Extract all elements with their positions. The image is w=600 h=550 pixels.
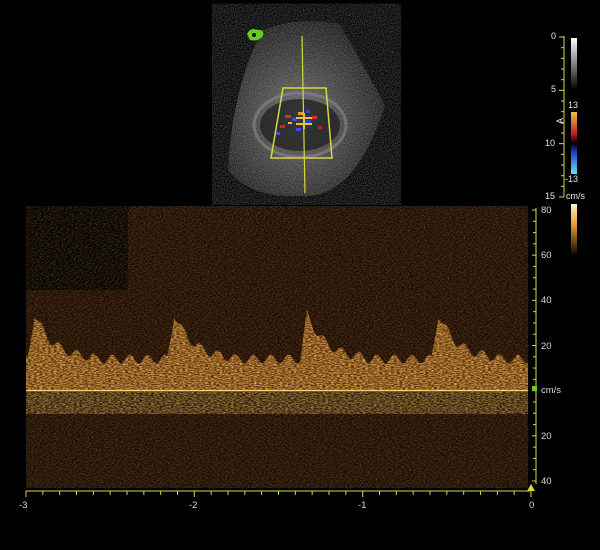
depth-tick-10: 10 bbox=[545, 138, 556, 148]
velocity-tick-neg20: 20 bbox=[541, 431, 552, 442]
time-tick-neg2: -2 bbox=[189, 500, 198, 511]
spectral-scale-unit: cm/s bbox=[566, 191, 585, 201]
time-tick-neg3: -3 bbox=[19, 500, 28, 511]
depth-tick-15: 15 bbox=[545, 191, 556, 201]
spectral-doppler bbox=[25, 204, 577, 497]
color-scale-bottom: -13 bbox=[565, 174, 579, 184]
depth-tick-0: 0 bbox=[551, 31, 557, 41]
reverse-flow-band bbox=[26, 392, 528, 414]
velocity-tick-60: 60 bbox=[541, 250, 552, 261]
color-velocity-bar bbox=[571, 112, 577, 174]
spectral-scale-bar bbox=[571, 204, 577, 256]
velocity-axis-ticks bbox=[532, 209, 536, 482]
velocity-tick-neg40: 40 bbox=[541, 476, 552, 487]
triangle-up-icon[interactable] bbox=[527, 484, 535, 491]
depth-tick-5: 5 bbox=[551, 84, 557, 94]
time-tick-neg1: -1 bbox=[358, 500, 367, 511]
grayscale-bar bbox=[571, 38, 577, 90]
velocity-tick-40: 40 bbox=[541, 295, 552, 306]
velocity-tick-80: 80 bbox=[541, 205, 552, 216]
velocity-axis-unit: cm/s bbox=[541, 385, 562, 396]
color-scale-mode: A bbox=[555, 117, 566, 125]
bmode-image bbox=[228, 21, 577, 198]
color-scale-top: 13 bbox=[568, 100, 579, 110]
time-tick-0: 0 bbox=[529, 500, 535, 511]
baseline-marker-icon[interactable] bbox=[532, 386, 537, 391]
time-axis-ticks bbox=[25, 491, 532, 497]
velocity-tick-20: 20 bbox=[541, 341, 552, 352]
ultrasound-screen: 0 5 10 15 13 A -13 cm/s 80 60 40 20 cm/s… bbox=[0, 0, 600, 550]
